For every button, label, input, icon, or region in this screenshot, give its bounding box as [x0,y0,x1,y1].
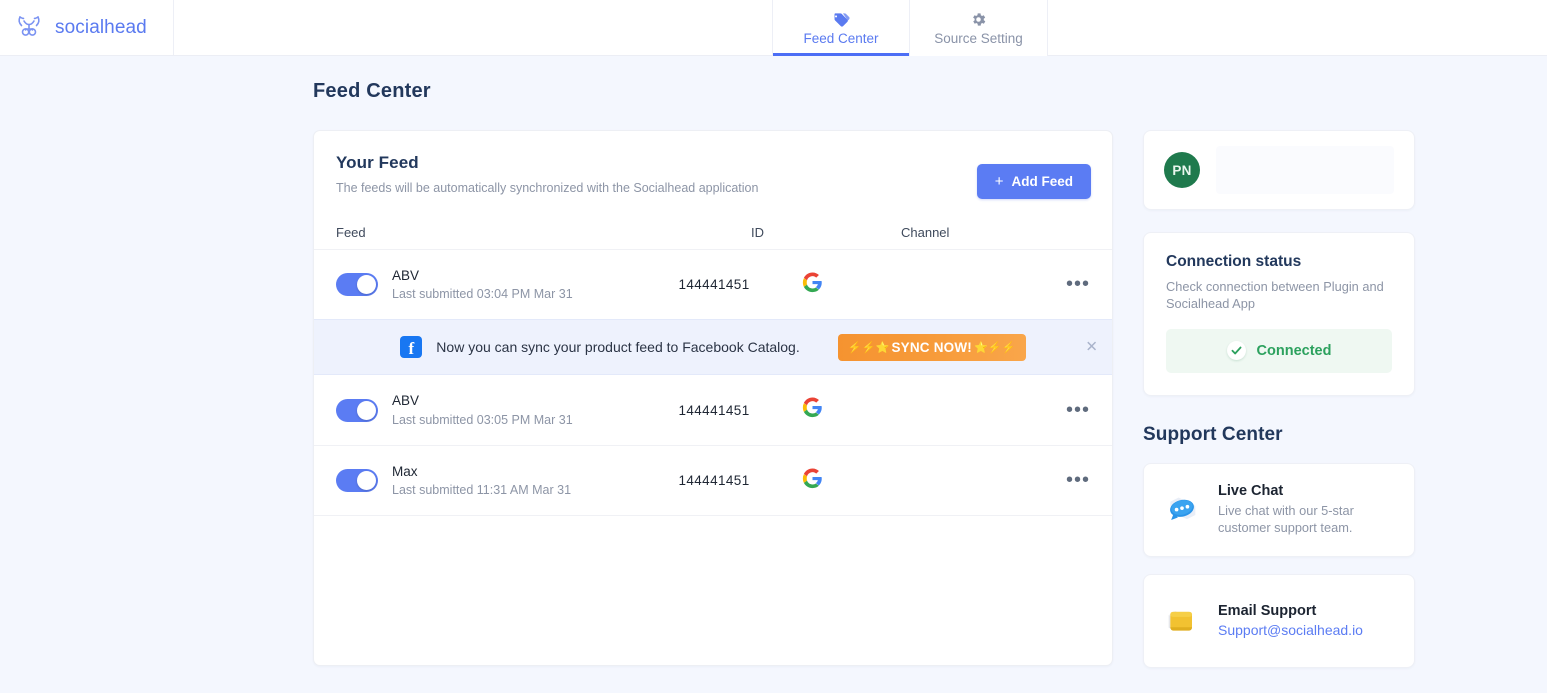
feed-last-submitted: Last submitted 11:31 AM Mar 31 [392,483,572,498]
chat-bubble-icon [1162,490,1202,530]
add-feed-button[interactable]: + Add Feed [976,164,1091,199]
table-row[interactable]: ABV Last submitted 03:05 PM Mar 31 14444… [314,375,1112,445]
facebook-icon: f [400,336,423,358]
support-email-title: Email Support [1218,603,1317,620]
tab-source-setting[interactable]: Source Setting [910,0,1048,56]
tab-source-setting-label: Source Setting [934,31,1023,46]
support-live-chat-title: Live Chat [1218,482,1284,499]
facebook-banner-text: Now you can sync your product feed to Fa… [436,339,800,355]
avatar: PN [1164,152,1200,188]
facebook-sync-banner: f Now you can sync your product feed to … [314,319,1112,375]
google-icon [802,271,823,297]
feed-name: ABV [392,393,420,409]
table-row[interactable]: Max Last submitted 11:31 AM Mar 31 14444… [314,445,1112,515]
feed-id: 144441451 [678,402,750,418]
support-card-email[interactable]: Email Support Support@socialhead.io [1143,573,1415,668]
brand-logo-area[interactable]: socialhead [0,0,174,55]
google-icon [802,467,823,493]
support-live-chat-body: Live Chat Live chat with our 5-star cust… [1218,483,1396,537]
tab-feed-center[interactable]: Feed Center [772,0,910,56]
sync-suffix-sparkles: ⭐⚡⚡ [973,341,1016,354]
column-header-feed: Feed [336,224,366,240]
support-live-chat-description: Live chat with our 5-star customer suppo… [1218,502,1354,536]
toggle-knob [357,400,376,420]
main-tabs: Feed Center Source Setting [772,0,1048,56]
feed-table-header: Feed ID Channel [314,215,1112,249]
feed-name: Max [392,463,418,479]
sync-now-label: SYNC NOW! [891,339,972,355]
your-feed-card: Your Feed The feeds will be automaticall… [313,130,1113,666]
feed-card-header: Your Feed The feeds will be automaticall… [314,131,1112,215]
google-icon [802,397,823,422]
sync-now-button[interactable]: ⚡⚡⭐ SYNC NOW! ⭐⚡⚡ [837,333,1026,361]
row-menu-button[interactable]: ••• [1066,273,1090,295]
feed-last-submitted: Last submitted 03:05 PM Mar 31 [392,412,573,427]
status-badge: Connected [1166,328,1392,373]
feed-id: 144441451 [678,277,750,292]
check-icon [1226,341,1246,361]
feed-channel [802,397,926,423]
sync-prefix-sparkles: ⚡⚡⭐ [847,341,890,354]
feed-enabled-toggle[interactable] [336,469,378,492]
user-name-placeholder [1216,146,1394,194]
brand-name: socialhead [55,16,147,38]
column-header-id: ID [751,224,764,240]
support-center-title: Support Center [1143,423,1283,445]
toggle-knob [357,471,376,490]
feed-last-submitted: Last submitted 03:04 PM Mar 31 [392,287,573,302]
support-email-body: Email Support Support@socialhead.io [1218,603,1363,638]
envelope-icon [1162,601,1202,641]
feed-enabled-toggle[interactable] [336,398,378,422]
top-navigation-bar: socialhead Feed Center Source Setting [0,0,1547,56]
connection-status-label: Connected [1256,342,1332,359]
close-icon[interactable]: ✕ [1085,340,1098,355]
right-sidebar: PN Connection status Check connection be… [1143,130,1415,668]
feed-table-empty-area [314,515,1112,655]
add-feed-button-label: Add Feed [1011,174,1073,189]
support-card-live-chat[interactable]: Live Chat Live chat with our 5-star cust… [1143,462,1415,557]
plus-icon: + [994,173,1004,190]
row-menu-button[interactable]: ••• [1066,469,1090,491]
table-row[interactable]: ABV Last submitted 03:04 PM Mar 31 14444… [314,249,1112,319]
row-menu-button[interactable]: ••• [1066,399,1090,421]
tab-feed-center-label: Feed Center [803,31,879,46]
column-header-channel: Channel [901,224,950,240]
connection-status-title: Connection status [1166,253,1302,270]
toggle-knob [357,275,376,294]
gear-icon [970,10,987,28]
connection-status-card: Connection status Check connection betwe… [1143,232,1415,396]
tag-icon [832,10,851,28]
feed-name: ABV [392,267,420,283]
support-email-address[interactable]: Support@socialhead.io [1218,622,1363,638]
page-title: Feed Center [313,80,431,102]
feed-channel [802,271,926,298]
feed-id: 144441451 [678,473,750,488]
user-card[interactable]: PN [1143,130,1415,210]
connection-status-description: Check connection between Plugin and Soci… [1166,279,1384,312]
feed-channel [802,467,926,494]
feed-enabled-toggle[interactable] [336,273,378,296]
antler-logo-icon [12,11,46,45]
